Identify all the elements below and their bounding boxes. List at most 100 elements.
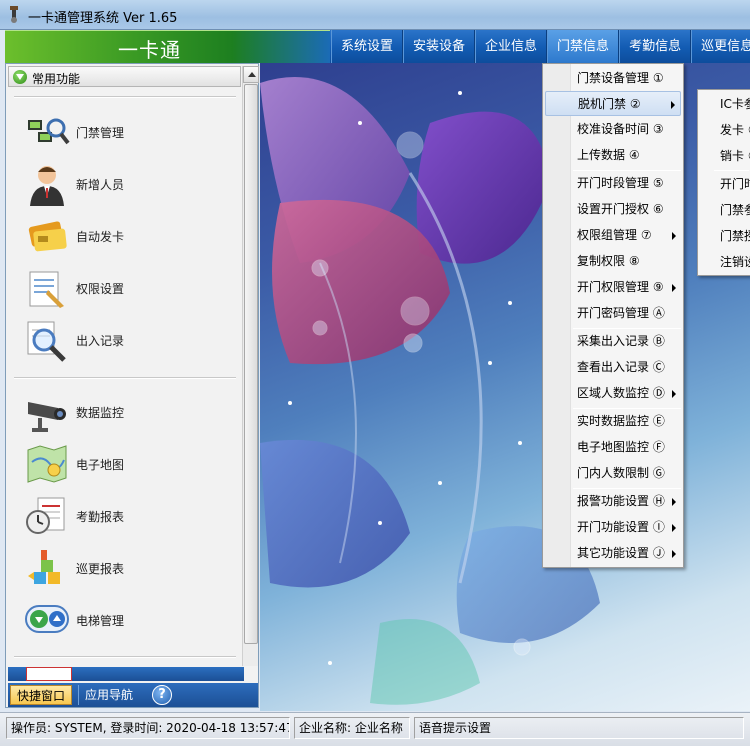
menu-item-device-manage[interactable]: 门禁设备管理 ① [545, 66, 681, 91]
nav-access-records[interactable]: 出入记录 [24, 316, 234, 364]
tab-system-settings[interactable]: 系统设置 [331, 30, 404, 63]
nav-label: 电梯管理 [76, 614, 125, 628]
nav-label: 数据监控 [76, 406, 125, 420]
status-bar: 操作员: SYSTEM, 登录时间: 2020-04-18 13:57:47 企… [0, 712, 750, 746]
submenu-arrow-icon [672, 390, 676, 398]
nav-permission[interactable]: 权限设置 [24, 264, 234, 312]
card-issue-icon [28, 221, 67, 252]
submenu-arrow-icon [672, 550, 676, 558]
status-company: 企业名称: 企业名称 [294, 717, 410, 739]
nav-label: 门禁管理 [76, 126, 125, 140]
top-banner: 一卡通 系统设置 安装设备 企业信息 门禁信息 考勤信息 巡更信息 [5, 30, 750, 63]
submenu-item[interactable]: 销卡 ③ [700, 144, 750, 169]
menu-item-area-headcount[interactable]: 区域人数监控 Ⓓ [545, 381, 681, 406]
submenu-arrow-icon [671, 101, 675, 109]
menu-item-permission-group[interactable]: 权限组管理 ⑦ [545, 223, 681, 248]
main-tabs: 系统设置 安装设备 企业信息 门禁信息 考勤信息 巡更信息 [331, 30, 750, 63]
submenu-arrow-icon [672, 232, 676, 240]
divider [14, 377, 236, 379]
patrol-report-icon [28, 550, 60, 584]
collapse-icon[interactable] [13, 70, 27, 84]
map-icon [27, 445, 67, 483]
submenu-item[interactable]: 开门时 [700, 172, 750, 197]
submenu-item[interactable]: 注销设 [700, 250, 750, 275]
nav-label: 电子地图 [76, 458, 125, 472]
status-operator: 操作员: SYSTEM, 登录时间: 2020-04-18 13:57:47 [6, 717, 290, 739]
divider [14, 96, 236, 98]
nav-label: 考勤报表 [76, 510, 125, 524]
tab-app-navigation[interactable]: 应用导航 [78, 685, 139, 705]
panel-scrollbar[interactable] [242, 66, 259, 666]
nav-patrol-report[interactable]: 巡更报表 [24, 544, 234, 592]
nav-add-user[interactable]: 新增人员 [24, 160, 234, 208]
menu-separator [714, 170, 749, 171]
nav-access-control[interactable]: 门禁管理 [24, 108, 234, 156]
menu-item-view-records[interactable]: 查看出入记录 Ⓒ [545, 355, 681, 380]
elevator-icon [25, 605, 69, 633]
tab-patrol-info[interactable]: 巡更信息 [691, 30, 750, 63]
menu-item-time-period[interactable]: 开门时段管理 ⑤ [545, 171, 681, 196]
attendance-report-icon [26, 497, 65, 534]
menu-item-map-monitor[interactable]: 电子地图监控 Ⓕ [545, 435, 681, 460]
title-bar: 一卡通管理系统 Ver 1.65 [0, 0, 750, 30]
tab-install-device[interactable]: 安装设备 [403, 30, 476, 63]
nav-attendance-report[interactable]: 考勤报表 [24, 492, 234, 540]
panel-bottom-tabs: 快捷窗口 应用导航 ? [8, 683, 258, 707]
panel-footer-strip [8, 667, 244, 681]
tab-quick-window[interactable]: 快捷窗口 [10, 685, 73, 705]
submenu-arrow-icon [672, 498, 676, 506]
submenu-arrow-icon [672, 524, 676, 532]
nav-label: 出入记录 [76, 334, 125, 348]
menu-item-calibrate-time[interactable]: 校准设备时间 ③ [545, 117, 681, 142]
record-search-icon [27, 321, 66, 362]
access-info-menu: 门禁设备管理 ① 脱机门禁 ② 校准设备时间 ③ 上传数据 ④ 开门时段管理 ⑤… [542, 63, 684, 568]
nav-data-monitor[interactable]: 数据监控 [24, 388, 234, 436]
nav-label: 自动发卡 [76, 230, 125, 244]
submenu-arrow-icon [672, 284, 676, 292]
panel-header[interactable]: 常用功能 [8, 66, 241, 87]
menu-item-collect-records[interactable]: 采集出入记录 Ⓑ [545, 329, 681, 354]
submenu-item[interactable]: 门禁参 [700, 198, 750, 223]
menu-item-alarm-settings[interactable]: 报警功能设置 Ⓗ [545, 489, 681, 514]
status-voice-settings[interactable]: 语音提示设置 [414, 717, 744, 739]
access-control-icon [28, 118, 70, 145]
help-icon: ? [152, 685, 172, 705]
menu-item-realtime-monitor[interactable]: 实时数据监控 Ⓔ [545, 409, 681, 434]
help-button[interactable]: ? [150, 685, 174, 705]
nav-e-map[interactable]: 电子地图 [24, 440, 234, 488]
nav-label: 新增人员 [76, 178, 125, 192]
menu-item-offline-access[interactable]: 脱机门禁 ② [545, 91, 681, 116]
window-title: 一卡通管理系统 Ver 1.65 [28, 11, 178, 26]
tab-company-info[interactable]: 企业信息 [475, 30, 548, 63]
menu-item-upload-data[interactable]: 上传数据 ④ [545, 143, 681, 168]
app-icon [10, 6, 18, 23]
logo-text: 一卡通 [118, 38, 181, 62]
scroll-up-button[interactable] [243, 66, 259, 83]
submenu-item[interactable]: 门禁授 [700, 224, 750, 249]
permission-icon [29, 271, 64, 308]
menu-item-door-permission[interactable]: 开门权限管理 ⑨ [545, 275, 681, 300]
menu-item-copy-permission[interactable]: 复制权限 ⑧ [545, 249, 681, 274]
panel-header-label: 常用功能 [32, 72, 81, 86]
scroll-thumb[interactable] [244, 84, 258, 644]
partial-nav-icon [26, 667, 72, 681]
submenu-item[interactable]: IC卡参 [700, 92, 750, 117]
nav-label: 巡更报表 [76, 562, 125, 576]
divider [14, 656, 236, 658]
offline-access-submenu: IC卡参 发卡 ② 销卡 ③ 开门时 门禁参 门禁授 注销设 [697, 89, 750, 276]
logo: 一卡通 [5, 30, 330, 63]
nav-label: 权限设置 [76, 282, 125, 296]
nav-auto-card[interactable]: 自动发卡 [24, 212, 234, 260]
nav-elevator[interactable]: 电梯管理 [24, 596, 234, 644]
tab-access-info[interactable]: 门禁信息 [547, 30, 620, 63]
menu-item-set-authorization[interactable]: 设置开门授权 ⑥ [545, 197, 681, 222]
camera-monitor-icon [28, 402, 66, 432]
menu-item-door-function[interactable]: 开门功能设置 Ⓘ [545, 515, 681, 540]
user-add-icon [30, 166, 64, 206]
menu-item-other-function[interactable]: 其它功能设置 Ⓙ [545, 541, 681, 566]
menu-item-indoor-limit[interactable]: 门内人数限制 Ⓖ [545, 461, 681, 486]
left-panel: 常用功能 门禁管理 新增人员 自动发卡 权限设置 出入记录 数据监控 电子地图 … [5, 63, 259, 708]
submenu-item[interactable]: 发卡 ② [700, 118, 750, 143]
tab-attendance-info[interactable]: 考勤信息 [619, 30, 692, 63]
menu-item-door-password[interactable]: 开门密码管理 Ⓐ [545, 301, 681, 326]
